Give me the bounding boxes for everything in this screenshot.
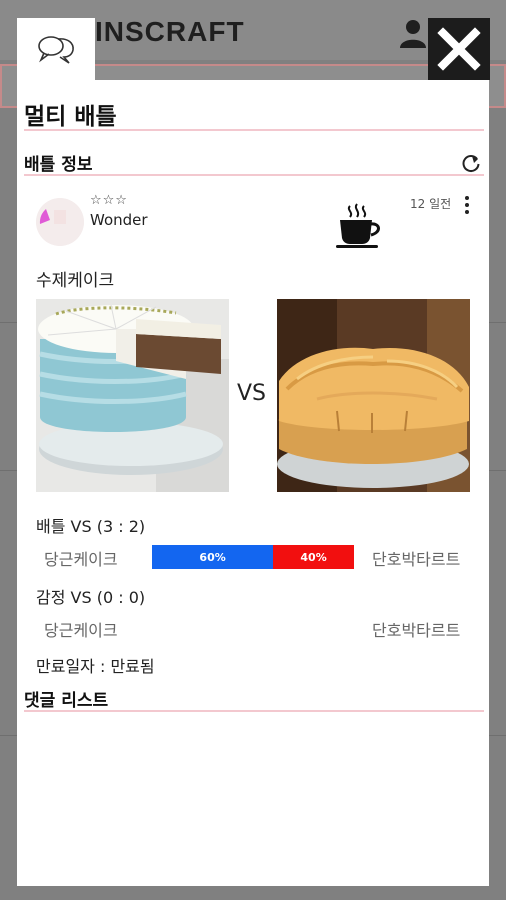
battle-left-option[interactable]: 당근케이크: [44, 546, 118, 570]
app-title: INSCRAFT: [95, 16, 245, 47]
post-title: 수제케이크: [36, 271, 115, 291]
emotion-vs-label: 감정 VS (0 : 0): [36, 588, 146, 607]
comment-rule: [24, 710, 484, 712]
comment-list-heading: 댓글 리스트: [24, 691, 109, 711]
battle-right-bar: 40%: [273, 545, 354, 569]
user-icon: [400, 20, 426, 48]
title-rule: [24, 129, 484, 131]
rating-stars: ☆☆☆: [90, 193, 128, 208]
section-rule: [24, 174, 484, 176]
battle-score: (3 : 2): [96, 517, 146, 536]
coffee-cup-icon: [336, 203, 380, 248]
username[interactable]: Wonder: [90, 211, 148, 229]
chat-tab[interactable]: [17, 18, 95, 82]
avatar[interactable]: [36, 198, 84, 246]
battle-info-heading: 배틀 정보: [24, 155, 93, 175]
close-icon: [437, 27, 481, 71]
emotion-score: (0 : 0): [96, 588, 146, 607]
kebab-menu-icon[interactable]: [463, 196, 471, 218]
refresh-icon[interactable]: [460, 152, 482, 174]
battle-result-bar: 60% 40%: [152, 545, 354, 569]
expiry-label: 만료일자 : 만료됨: [36, 657, 155, 676]
chat-bubbles-icon: [38, 36, 74, 64]
emotion-left-option[interactable]: 당근케이크: [44, 617, 118, 641]
battle-left-bar: 60%: [152, 545, 274, 569]
left-option-image[interactable]: [36, 299, 229, 492]
post-time: 12 일전: [410, 197, 452, 211]
emotion-right-option[interactable]: 단호박타르트: [372, 617, 460, 641]
right-option-image[interactable]: [277, 299, 470, 492]
battle-vs-label: 배틀 VS (3 : 2): [36, 517, 146, 536]
close-button[interactable]: [428, 18, 490, 80]
page-title: 멀티 배틀: [24, 104, 117, 130]
battle-right-option[interactable]: 단호박타르트: [372, 546, 460, 570]
vs-label: VS: [237, 381, 267, 406]
